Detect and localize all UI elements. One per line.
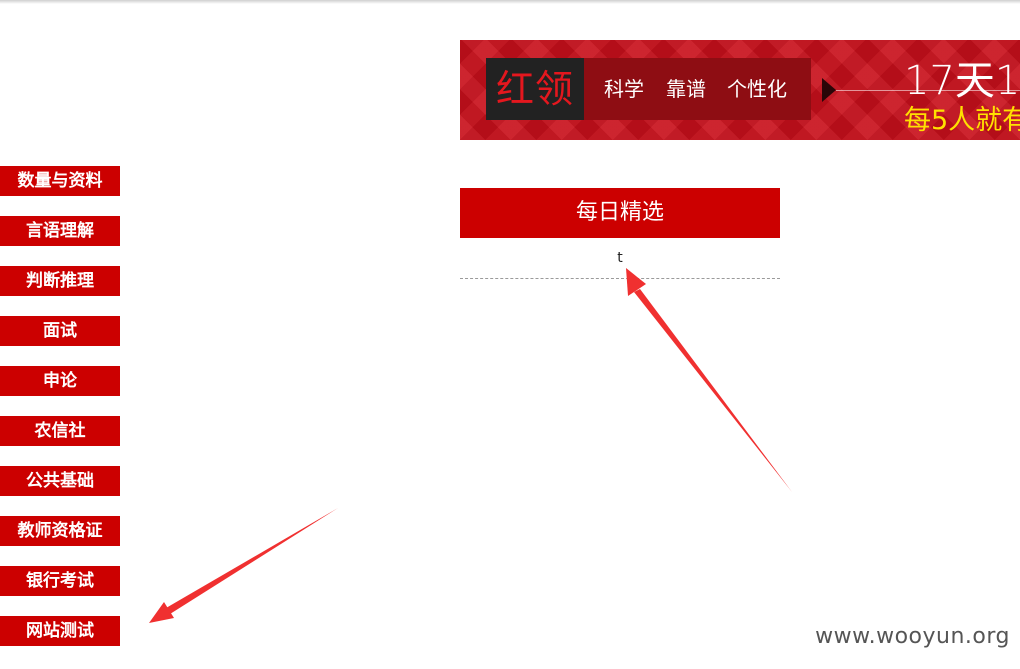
daily-picks-divider: [460, 278, 780, 279]
annotation-arrow-sidebar: [149, 508, 338, 623]
sidebar-item-site-test[interactable]: 网站测试: [0, 616, 120, 646]
daily-picks-header: 每日精选: [460, 188, 780, 238]
sidebar-item-rural-credit[interactable]: 农信社: [0, 416, 120, 446]
daily-picks-item[interactable]: t: [460, 246, 780, 270]
promo-banner[interactable]: 红领 科学 靠谱 个性化 17天1 每5人就有: [460, 40, 1020, 140]
sidebar-item-quantity-data[interactable]: 数量与资料: [0, 166, 120, 196]
banner-subline: 每5人就有: [904, 105, 1020, 136]
sidebar-item-public-basics[interactable]: 公共基础: [0, 466, 120, 496]
banner-tag-science: 科学: [604, 77, 644, 101]
sidebar-item-verbal[interactable]: 言语理解: [0, 216, 120, 246]
top-shadow: [0, 0, 1020, 4]
sidebar-item-interview[interactable]: 面试: [0, 316, 120, 346]
sidebar-item-essay[interactable]: 申论: [0, 366, 120, 396]
annotation-arrow-daily: [626, 268, 792, 492]
banner-tag-personalized: 个性化: [727, 77, 787, 101]
banner-logo: 红领: [495, 67, 574, 111]
banner-logo-box: 红领: [486, 58, 584, 120]
banner-tag-reliable: 靠谱: [666, 77, 706, 101]
sidebar-item-teacher-cert[interactable]: 教师资格证: [0, 516, 120, 546]
sidebar-item-reasoning[interactable]: 判断推理: [0, 266, 120, 296]
watermark: www.wooyun.org: [815, 624, 1010, 649]
play-arrow-icon: [822, 78, 836, 102]
sidebar-item-bank-exam[interactable]: 银行考试: [0, 566, 120, 596]
